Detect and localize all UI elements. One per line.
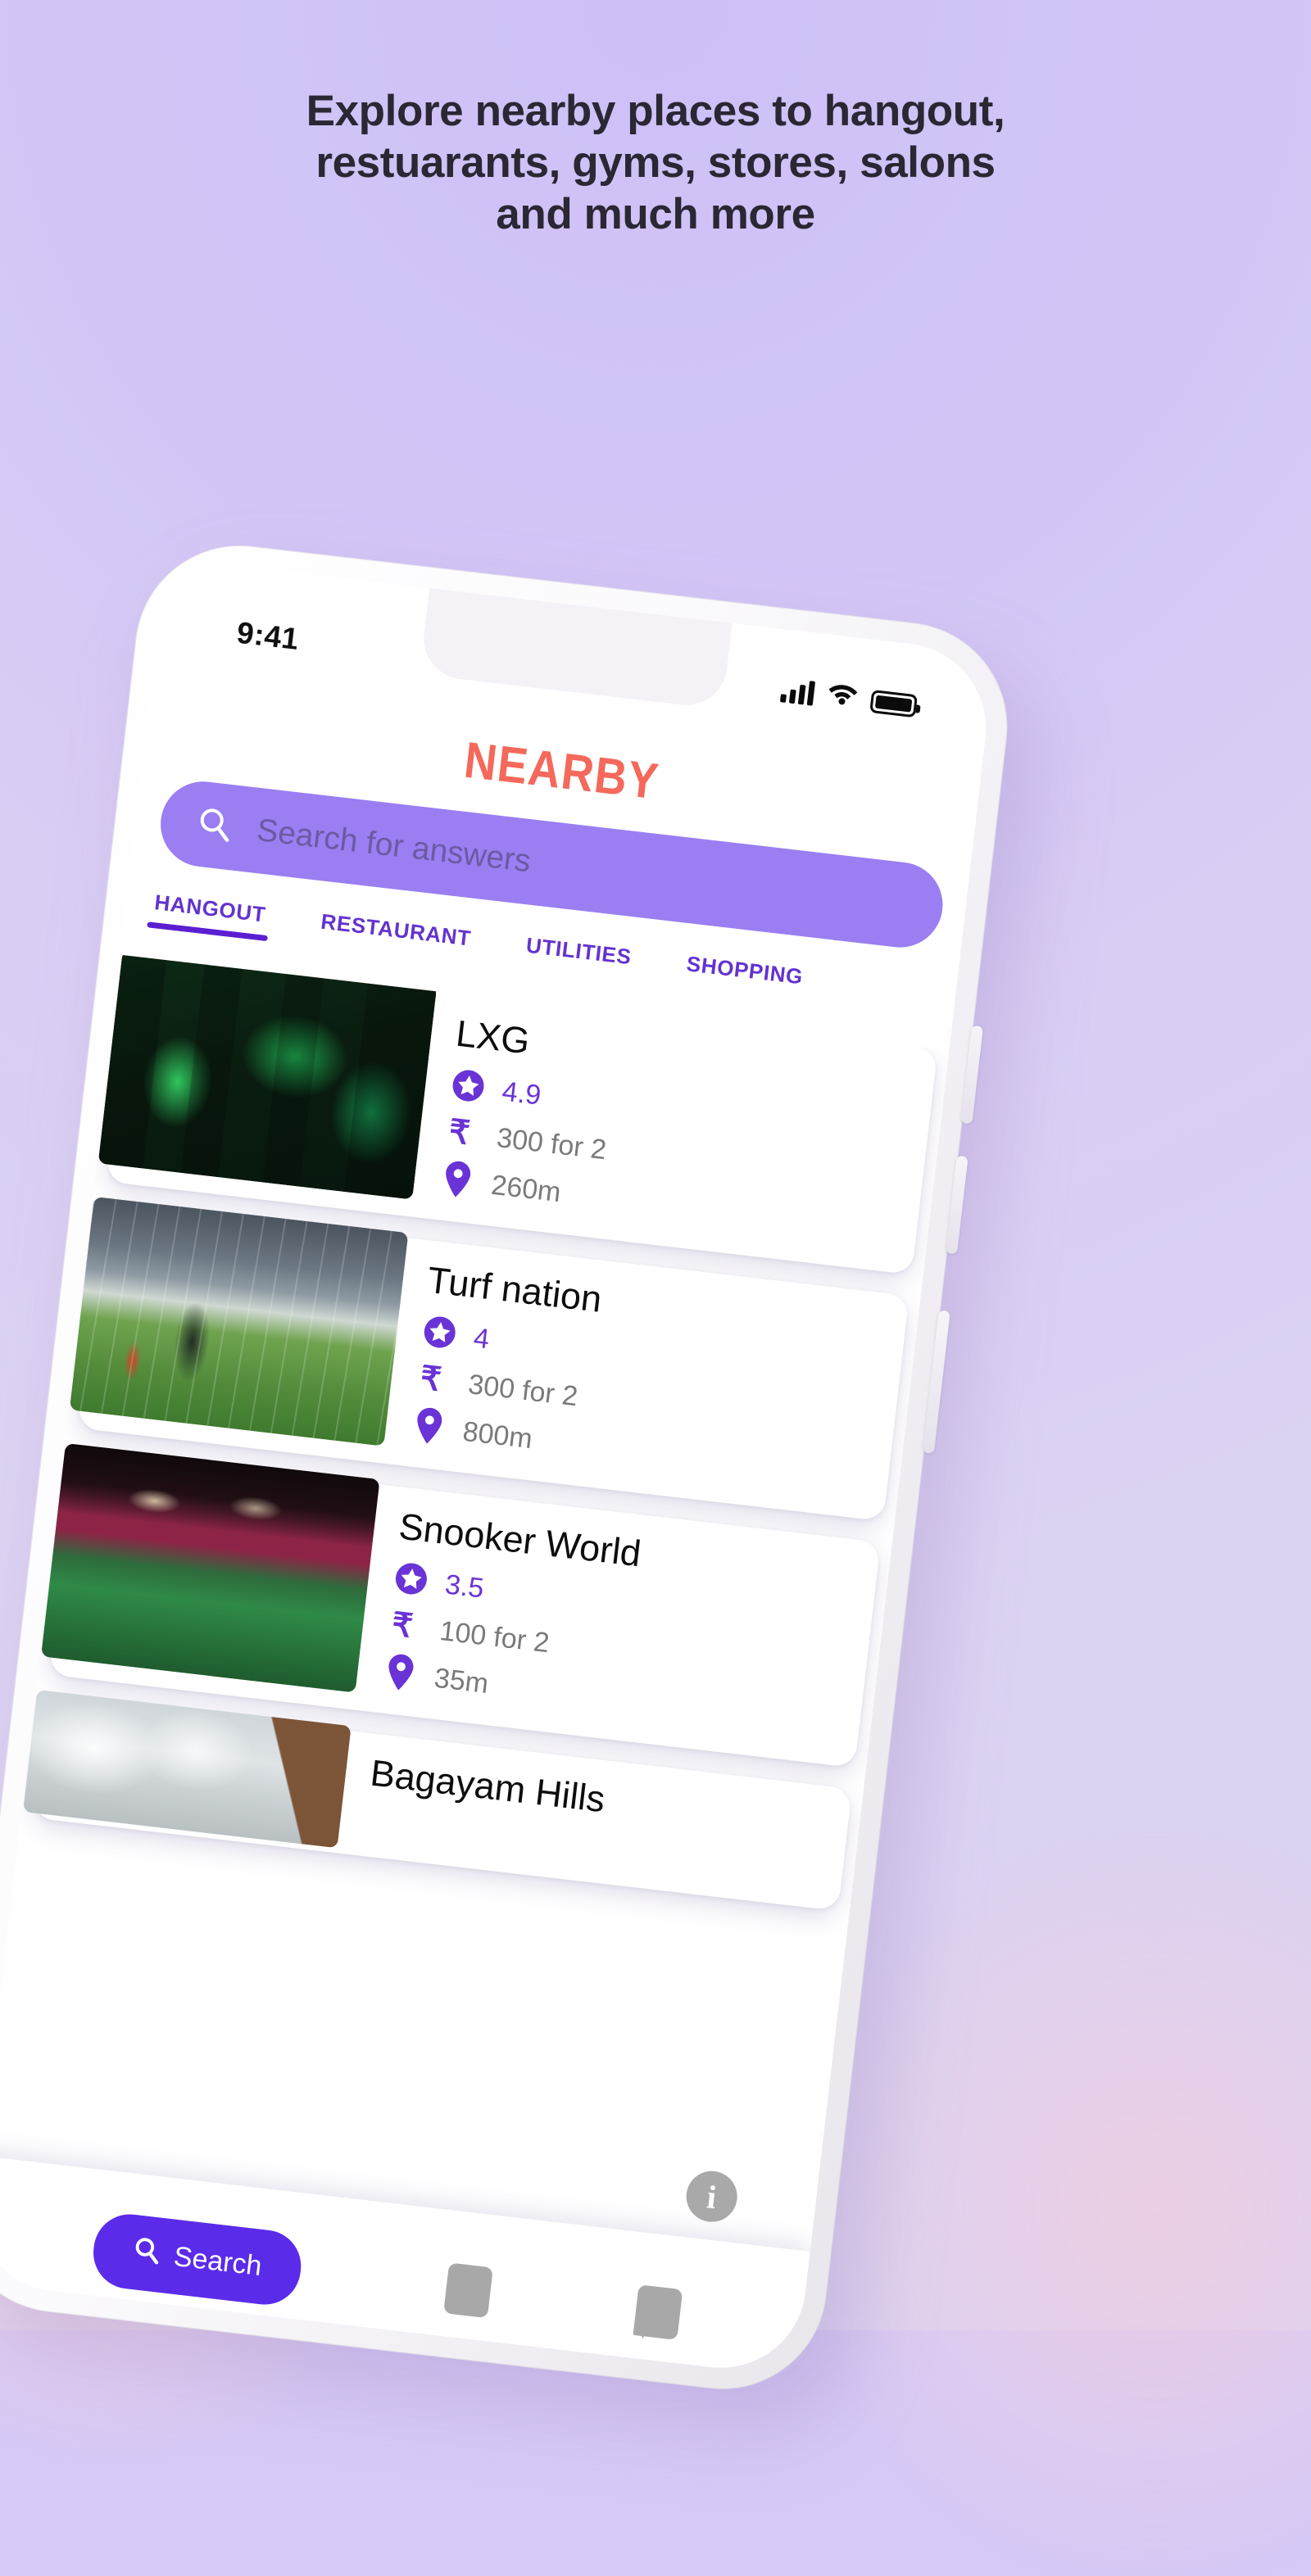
place-name: Bagayam Hills [368, 1751, 608, 1821]
places-list[interactable]: LXG 4.9 ₹ 300 for 2 260m Turf nation 4 ₹… [0, 954, 949, 2377]
search-nav-button[interactable]: Search [89, 2210, 306, 2308]
price-value: 100 for 2 [438, 1615, 551, 1659]
place-details: Snooker World 3.5 ₹ 100 for 2 35m [353, 1484, 881, 1768]
rupee-icon: ₹ [414, 1357, 455, 1405]
distance-value: 800m [460, 1415, 534, 1456]
star-badge-icon [448, 1066, 488, 1110]
battery-icon [869, 689, 919, 718]
price-value: 300 for 2 [466, 1369, 580, 1413]
rating-value: 4 [472, 1322, 492, 1356]
svg-text:₹: ₹ [419, 1360, 443, 1398]
chat-icon[interactable] [633, 2284, 683, 2340]
bookmark-icon[interactable] [442, 2262, 493, 2319]
signal-icon [779, 677, 816, 706]
headline-line-1: Explore nearby places to hangout, [306, 87, 1005, 135]
rating-value: 4.9 [500, 1075, 543, 1111]
tab-shopping[interactable]: SHOPPING [683, 951, 804, 1003]
page-headline: Explore nearby places to hangout, restua… [0, 85, 1311, 240]
tab-utilities[interactable]: UTILITIES [524, 933, 633, 984]
search-nav-label: Search [172, 2240, 264, 2282]
status-time: 9:41 [234, 615, 301, 656]
phone-screen: 9:41 NEARBY Search for answers HANGOUT R… [0, 557, 996, 2377]
hills-photo [23, 1689, 352, 1849]
search-icon [131, 2234, 163, 2273]
distance-value: 35m [432, 1662, 491, 1700]
svg-text:₹: ₹ [447, 1113, 471, 1152]
gaming-cafe-photo [98, 954, 438, 1200]
tab-restaurant[interactable]: RESTAURANT [318, 909, 472, 965]
place-details: LXG 4.9 ₹ 300 for 2 260m [411, 991, 938, 1274]
place-details: Turf nation 4 ₹ 300 for 2 800m [382, 1238, 910, 1521]
distance-value: 260m [489, 1169, 563, 1209]
location-pin-icon [408, 1405, 449, 1451]
rupee-icon: ₹ [385, 1604, 426, 1651]
rating-value: 3.5 [443, 1569, 486, 1605]
headline-line-2: restuarants, gyms, stores, salons [315, 138, 996, 187]
location-pin-icon [380, 1651, 421, 1697]
headline-line-3: and much more [496, 190, 815, 238]
price-value: 300 for 2 [495, 1122, 609, 1166]
turf-ground-photo [69, 1196, 409, 1446]
rupee-icon: ₹ [442, 1111, 483, 1158]
wifi-icon [826, 679, 860, 711]
tab-hangout[interactable]: HANGOUT [152, 890, 267, 940]
search-icon [194, 804, 234, 848]
status-icons [779, 673, 919, 718]
snooker-hall-photo [41, 1442, 380, 1693]
location-pin-icon [437, 1158, 478, 1204]
star-badge-icon [420, 1312, 460, 1356]
star-badge-icon [391, 1559, 431, 1603]
svg-text:₹: ₹ [390, 1606, 415, 1645]
